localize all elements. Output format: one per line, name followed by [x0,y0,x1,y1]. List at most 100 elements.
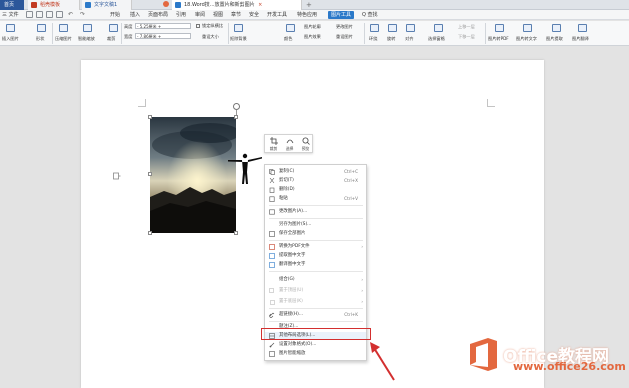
rotate-icon[interactable] [388,24,397,32]
undo-icon[interactable]: ↶ [68,11,73,18]
menu-security[interactable]: 安全 [249,10,259,20]
layout-options-icon[interactable] [113,172,121,180]
menu-insert[interactable]: 插入 [130,10,140,20]
reset-picture-button[interactable]: 重设图片 [336,34,353,40]
rotate-button[interactable]: 旋转 [387,36,395,42]
new-tab-icon[interactable]: + [306,1,312,9]
remove-background-button[interactable]: 抠除背景 [230,36,247,42]
shape-button[interactable]: 形状 [36,36,44,42]
compress-icon[interactable] [59,24,68,32]
send-backward-button[interactable]: 下移一层 [458,34,475,40]
menu-chapter[interactable]: 章节 [231,10,241,20]
menu-start[interactable]: 开始 [110,10,120,20]
smart-resize-button[interactable]: 智能缩放 [78,36,95,42]
lock-ratio-checkbox[interactable] [196,24,200,28]
change-picture-button[interactable]: 更改图片 [336,24,353,30]
selected-picture[interactable] [150,117,236,233]
menu-item-convert-pdf[interactable]: 转换为PDF文件 › [265,243,366,251]
menu-picture-tools[interactable]: 图片工具 [328,11,355,19]
close-tab-icon[interactable]: × [258,2,262,8]
to-text-button[interactable]: 图片转文字 [516,36,537,42]
mini-select-button[interactable]: 选择 [282,136,297,153]
color-button[interactable]: 颜色 [284,36,292,42]
resize-handle[interactable] [148,231,152,235]
align-button[interactable]: 对齐 [405,36,413,42]
translate-button[interactable]: 图片翻译 [572,36,589,42]
smart-resize-icon[interactable] [83,24,92,32]
menu-references[interactable]: 引用 [176,10,186,20]
menu-special-apps[interactable]: 特色应用 [297,10,317,20]
menu-item-save-as-picture[interactable]: 另存为图片(S)... [265,221,366,229]
format-icon [269,342,275,348]
save-icon[interactable] [26,11,33,18]
menu-item-smart-resize[interactable]: 图片智能缩放 [265,350,366,358]
cut-icon [269,178,275,184]
menu-developer[interactable]: 开发工具 [267,10,287,20]
rotate-handle-icon[interactable] [233,103,240,110]
menu-item-hyperlink[interactable]: 超链接(H)... Ctrl+K [265,311,366,319]
align-icon[interactable] [406,24,415,32]
resize-handle[interactable] [148,115,152,119]
insert-picture-button[interactable]: 插入图片 [2,36,19,42]
menu-file[interactable]: 三 文件 [2,10,19,20]
extract-button[interactable]: 图片提取 [546,36,563,42]
menu-item-save-all-pictures[interactable]: 保存全部图片 [265,230,366,238]
margin-mark [138,99,146,107]
crop-icon[interactable] [109,24,118,32]
ribbon-divider [364,23,365,44]
redo-icon[interactable]: ↷ [80,11,85,18]
menu-item-label: 置于底层(K) [279,299,303,304]
selection-pane-icon[interactable] [434,24,443,32]
tab-home[interactable]: 首页 [0,0,24,10]
menu-item-change-picture[interactable]: 更改图片(A)... [265,208,366,216]
menu-item-paste[interactable]: 粘贴 Ctrl+V [265,195,366,203]
remove-background-icon[interactable] [234,24,243,32]
menu-page-layout[interactable]: 页面布局 [148,10,168,20]
translate-icon[interactable] [578,24,587,32]
print-preview-icon[interactable] [36,11,43,18]
insert-picture-icon[interactable] [6,24,15,32]
compress-button[interactable]: 压缩图片 [55,36,72,42]
menu-item-copy[interactable]: 复制(C) Ctrl+C [265,168,366,176]
menu-search[interactable]: Q 查找 [362,10,378,20]
mini-select-label: 选择 [285,146,294,151]
menu-item-cut[interactable]: 剪切(T) Ctrl+X [265,177,366,185]
menu-item-extract-text[interactable]: 提取图中文字 [265,252,366,260]
picture-border-button[interactable]: 图片轮廓 [304,24,321,30]
menu-review[interactable]: 审阅 [195,10,205,20]
selection-pane-button[interactable]: 选择窗格 [428,36,445,42]
wrap-icon[interactable] [370,24,379,32]
menu-item-delete[interactable]: 删除(D) [265,186,366,194]
resize-handle[interactable] [234,115,238,119]
menu-item-send-to-back[interactable]: 置于底层(K) › [265,298,366,306]
menu-view[interactable]: 视图 [213,10,223,20]
color-icon[interactable] [286,24,295,32]
mini-preview-label: 预览 [301,146,310,151]
to-text-icon[interactable] [523,24,532,32]
mini-crop-button[interactable]: 裁剪 [266,136,281,153]
resize-handle[interactable] [148,172,152,176]
shape-icon[interactable] [37,24,46,32]
wrap-button[interactable]: 环绕 [369,36,377,42]
height-input[interactable]: - 5.25厘米 + [135,23,191,29]
export-icon[interactable] [56,11,63,18]
picture-effect-button[interactable]: 图片效果 [304,34,321,40]
extract-icon[interactable] [552,24,561,32]
bring-forward-button[interactable]: 上移一层 [458,24,475,30]
menu-item-format-object[interactable]: 设置对象格式(O)... [265,341,366,349]
reset-size-button[interactable]: 重设大小 [202,34,219,40]
menu-item-translate-text[interactable]: 翻译图中文字 [265,261,366,269]
crop-button[interactable]: 裁剪 [107,36,115,42]
mini-preview-button[interactable]: 预览 [298,136,313,153]
to-pdf-icon[interactable] [495,24,504,32]
menu-item-group[interactable]: 组合(G) › [265,276,366,284]
width-input[interactable]: - 7.86厘米 + [135,33,191,39]
menu-item-bring-to-front[interactable]: 置于顶层(U) › [265,287,366,295]
tab-active-document[interactable]: 18.Word技...放置片和新剪图片 × [172,0,302,10]
to-pdf-button[interactable]: 图片转PDF [488,36,509,42]
tab-docer-templates[interactable]: 稻壳模板 [28,0,80,10]
tab-document1[interactable]: 文字文稿1 [82,0,132,10]
resize-handle[interactable] [234,231,238,235]
print-icon[interactable] [46,11,53,18]
menu-separator [269,205,363,206]
